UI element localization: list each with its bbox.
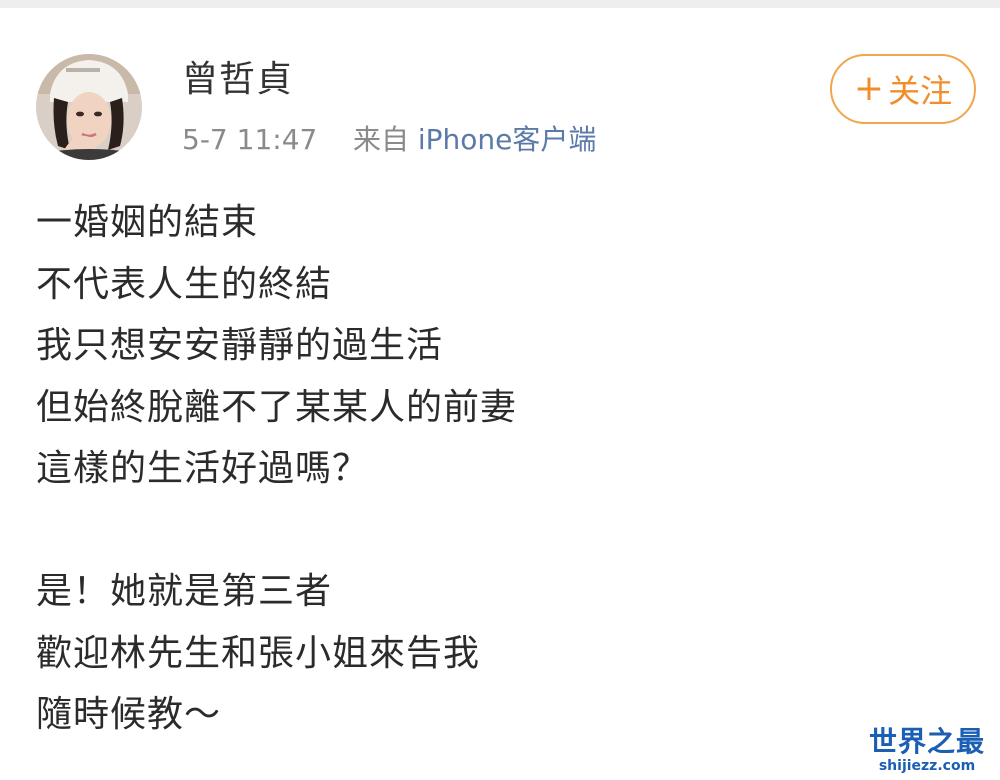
plus-icon: + [853, 68, 885, 109]
post-text-line: 我只想安安靜靜的過生活 [36, 325, 444, 366]
site-watermark: 世界之最 shijiezz.com [862, 725, 992, 775]
post-text-line: 不代表人生的終結 [36, 263, 333, 305]
author-name[interactable]: 曾哲貞 [182, 58, 293, 102]
post-text-line: 隨時候教～ [36, 694, 222, 735]
avatar-photo-icon [36, 54, 142, 160]
top-separator [0, 0, 1000, 8]
weibo-post-card: 曾哲貞 5-7 11:47 来自 iPhone客户端 + 关注 一婚姻的結束 不… [0, 8, 1000, 780]
watermark-url: shijiezz.com [878, 758, 976, 774]
post-source-link[interactable]: iPhone客户端 [418, 123, 597, 156]
source-prefix: 来自 [352, 123, 409, 156]
follow-button[interactable]: + 关注 [830, 54, 976, 124]
post-text-line: 這樣的生活好過嗎？ [36, 448, 370, 489]
post-text-line: 一婚姻的結束 [36, 202, 259, 243]
post-meta: 5-7 11:47 来自 iPhone客户端 [182, 122, 596, 158]
post-text-line: 但始終脫離不了某某人的前妻 [36, 386, 518, 428]
post-text-line: 歡迎林先生和張小姐來告我 [36, 632, 481, 674]
watermark-title: 世界之最 [868, 725, 985, 758]
post-text-line: 是！她就是第三者 [36, 571, 333, 612]
post-content: 一婚姻的結束 不代表人生的終結 我只想安安靜靜的過生活 但始終脫離不了某某人的前… [36, 192, 936, 746]
follow-button-label: 关注 [888, 72, 953, 110]
post-time: 5-7 11:47 [182, 123, 318, 156]
author-avatar[interactable] [36, 54, 142, 160]
